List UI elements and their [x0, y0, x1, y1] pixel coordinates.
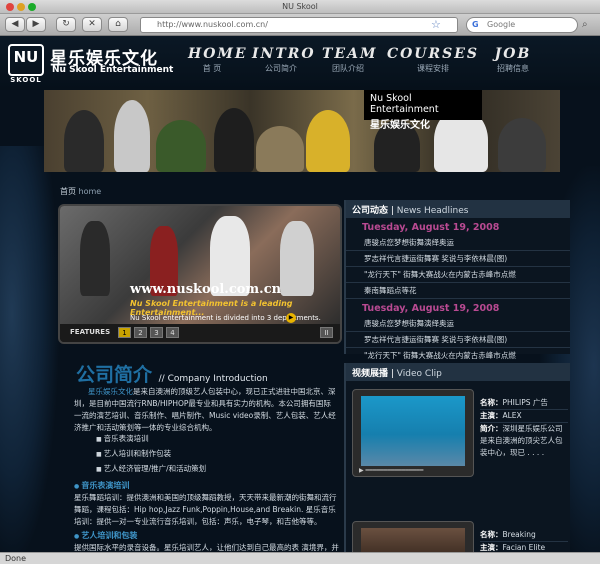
news-item[interactable]: 唐骏点您梦想街舞演绎奥运 [346, 316, 570, 332]
forward-button[interactable]: ▶ [26, 17, 46, 32]
window-title: NU Skool [282, 2, 318, 11]
video-name: PHILIPS 广告 [502, 398, 548, 407]
home-button[interactable]: ⌂ [108, 17, 128, 32]
slide-pause-button[interactable]: II [320, 327, 333, 338]
intro-title-en: // Company Introduction [158, 374, 268, 384]
feature-slideshow[interactable]: www.nuskool.com.cn Nu Skool Entertainmen… [58, 204, 342, 344]
video-screen [361, 528, 465, 552]
logo-mark[interactable]: NU SKOOL [8, 44, 44, 84]
intro-highlight[interactable]: 星乐娱乐文化 [88, 387, 133, 396]
intro-heading: 公司简介 // Company Introduction [76, 360, 268, 387]
nav-team-en: TEAM [322, 46, 378, 62]
video-panel: 视频展播 | Video Clip ▶ ━━━━━━━━━━━━━━━━ 名称：… [344, 363, 570, 552]
address-bar[interactable]: http://www.nuskool.com.cn/ [140, 17, 458, 33]
news-title-en: News Headlines [396, 206, 469, 216]
intro-title-cn: 公司简介 [76, 364, 153, 386]
video-screen [361, 396, 465, 466]
breadcrumb: 首页 home [60, 186, 101, 197]
news-date: Tuesday, August 19, 2008 [362, 222, 500, 233]
nav-home-cn: 首 页 [202, 64, 222, 73]
news-date: Tuesday, August 19, 2008 [362, 303, 500, 314]
logo-mark-sub: SKOOL [10, 76, 42, 84]
nav-job-en: JOB [494, 46, 532, 62]
status-bar: Done [0, 552, 600, 564]
nav-courses-cn: 课程安排 [417, 64, 449, 73]
nav-job-cn: 招聘信息 [497, 64, 529, 73]
google-icon: G [472, 20, 479, 29]
browser-toolbar: ◀ ▶ ↻ ✕ ⌂ http://www.nuskool.com.cn/ ☆ G… [0, 14, 600, 36]
intro-paragraph: 星乐娱乐文化是来自澳洲的顶级艺人包装中心，现已正式进驻中国北京、深圳，是目前中国… [74, 386, 338, 434]
bookmark-star-icon[interactable]: ☆ [431, 18, 441, 31]
video-host: ALEX [502, 411, 522, 420]
play-icon[interactable]: ▶ [286, 313, 296, 323]
reload-button[interactable]: ↻ [56, 17, 76, 32]
slide-page-3[interactable]: 3 [150, 327, 163, 338]
news-item[interactable]: 秦南舞蹈点等花 [346, 283, 570, 299]
header-banner-photo: Nu Skool Entertainment 星乐娱乐文化 [44, 90, 560, 172]
nav-intro-en: INTRO [252, 46, 316, 62]
video-title-cn: 视频展播 [352, 369, 389, 379]
bullet-item: 艺人经济管理/推广/和活动策划 [96, 462, 207, 477]
breadcrumb-en: home [78, 187, 102, 196]
window-titlebar: NU Skool [0, 0, 600, 14]
section-title: 音乐表演培训 [74, 480, 129, 491]
paint-splash-left [0, 146, 60, 552]
logo-mark-text: NU [13, 48, 39, 66]
video-thumbnail[interactable]: ▶ ━━━━━━━━━━━━━━━━ [352, 389, 474, 477]
bullet-item: 艺人培训和制作包装 [96, 447, 206, 462]
features-label: FEATURES [70, 328, 111, 336]
play-icon[interactable]: ▶ ━━━━━━━━━━━━━━━━ [359, 467, 423, 474]
nav-courses-en: COURSES [386, 46, 480, 62]
video-meta: 名称：PHILIPS 广告 主演：ALEX 简介：深圳星乐娱乐公司是来自澳洲的顶… [480, 397, 568, 459]
slide-controls: FEATURES 1 2 3 4 II [60, 324, 340, 342]
nav-intro-cn: 公司简介 [265, 64, 297, 73]
banner-tagline: Nu Skool Entertainment 星乐娱乐文化 [364, 90, 482, 131]
stop-button[interactable]: ✕ [82, 17, 102, 32]
nav-team-cn: 团队介绍 [332, 64, 364, 73]
search-icon[interactable]: ⌕ [582, 19, 588, 30]
news-item[interactable]: "龙行天下" 街舞大赛战火在内蒙古赤峰市点燃 [346, 267, 570, 283]
news-item[interactable]: 唐骏点您梦想街舞演绎奥运 [346, 235, 570, 251]
news-title-cn: 公司动态 [352, 206, 389, 216]
intro-bullet-list: 音乐表演培训 艺人培训和制作包装 艺人经济管理/推广/和活动策划 [96, 432, 207, 477]
url-text: http://www.nuskool.com.cn/ [157, 20, 268, 29]
nav-home-en: HOME [188, 46, 248, 62]
nav-job[interactable]: JOB 招聘信息 [490, 46, 536, 74]
section-title: 艺人培训和包装 [74, 530, 137, 541]
news-header: 公司动态 | News Headlines [346, 200, 570, 218]
back-button[interactable]: ◀ [5, 17, 25, 32]
breadcrumb-cn[interactable]: 首页 [60, 187, 76, 196]
news-panel: 公司动态 | News Headlines Tuesday, August 19… [344, 200, 570, 364]
video-header: 视频展播 | Video Clip [346, 363, 570, 381]
search-field[interactable]: G Google [466, 17, 578, 33]
nav-team[interactable]: TEAM 团队介绍 [322, 46, 378, 74]
web-page: NU SKOOL 星乐娱乐文化 Nu Skool Entertainment H… [0, 36, 600, 552]
search-placeholder: Google [487, 20, 516, 29]
slide-page-4[interactable]: 4 [166, 327, 179, 338]
video-name: Breaking [502, 530, 536, 539]
slide-url: www.nuskool.com.cn [130, 282, 282, 297]
video-thumbnail[interactable] [352, 521, 474, 552]
video-host: Facian Elite [502, 543, 546, 552]
nav-courses[interactable]: COURSES 课程安排 [386, 46, 480, 74]
section-text: 星乐舞蹈培训：提供澳洲和美国的顶级舞蹈教授，天天带来最新潮的街舞和流行舞蹈，课程… [74, 493, 337, 526]
banner-tag-en: Nu Skool Entertainment [370, 93, 439, 115]
video-meta: 名称：Breaking 主演：Facian Elite [480, 529, 568, 552]
section-text: 提供国际水平的录音设备。星乐培训艺人，让他们达到自己最高的表 演境界，并且 [74, 543, 339, 552]
news-item[interactable]: "龙行天下" 街舞大赛战火在内蒙古赤峰市点燃 [346, 348, 570, 364]
nav-intro[interactable]: INTRO 公司简介 [252, 46, 316, 74]
nav-home[interactable]: HOME 首 页 [188, 46, 248, 74]
news-item[interactable]: 罗志祥代言捷运街舞赛 奖说与李依林晨(图) [346, 332, 570, 348]
banner-tag-cn: 星乐娱乐文化 [370, 120, 430, 131]
slide-page-2[interactable]: 2 [134, 327, 147, 338]
video-title-en: Video Clip [396, 369, 442, 379]
slide-page-1[interactable]: 1 [118, 327, 131, 338]
logo-title-en: Nu Skool Entertainment [52, 65, 174, 75]
site-header: NU SKOOL 星乐娱乐文化 Nu Skool Entertainment H… [0, 36, 600, 90]
news-item[interactable]: 罗志祥代言捷运街舞赛 奖说与李依林晨(图) [346, 251, 570, 267]
bullet-item: 音乐表演培训 [96, 432, 206, 447]
